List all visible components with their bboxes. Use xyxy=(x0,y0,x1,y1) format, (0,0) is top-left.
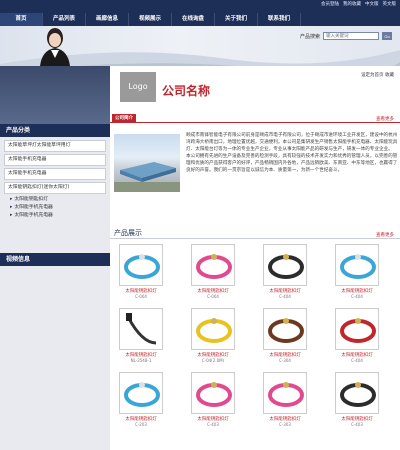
product-code: C-303 xyxy=(279,422,291,427)
category-item[interactable]: 太阳能手机充电器 xyxy=(4,154,106,166)
product-card[interactable]: 太阳能钥匙扣灯 C-403 xyxy=(186,372,240,427)
product-image xyxy=(119,308,163,350)
chinese-version-link[interactable]: 中文版 xyxy=(365,1,379,7)
nav-products[interactable]: 产品列表 xyxy=(43,13,86,26)
product-image xyxy=(263,244,307,286)
product-image xyxy=(335,308,379,350)
hero-banner: 产品搜索 Go xyxy=(0,26,400,66)
product-image xyxy=(191,308,235,350)
search-input[interactable] xyxy=(323,32,379,40)
product-image xyxy=(335,244,379,286)
product-code: C-403 xyxy=(207,422,219,427)
product-image xyxy=(191,372,235,414)
category-item[interactable]: 太阳能钥匙扣灯(迷你太阳灯) xyxy=(4,182,106,194)
factory-illustration xyxy=(114,162,180,192)
search-button[interactable]: Go xyxy=(382,32,392,40)
product-code: NL-2548-1 xyxy=(130,358,152,363)
product-card[interactable]: 太阳能钥匙扣灯 C-004 xyxy=(186,244,240,299)
category-item[interactable]: 太阳能草坪灯太阳能草坪用灯 xyxy=(4,140,106,152)
nav-video[interactable]: 视频展示 xyxy=(129,13,172,26)
product-code: C-004 xyxy=(207,294,219,299)
english-version-link[interactable]: 英文版 xyxy=(383,1,397,7)
intro-title: 公司简介 xyxy=(112,114,136,122)
product-image xyxy=(191,244,235,286)
intro-more-link[interactable]: 查看更多 xyxy=(376,116,394,122)
product-image xyxy=(263,372,307,414)
nav-home[interactable]: 首页 xyxy=(0,13,43,26)
product-code: C-304 xyxy=(279,358,291,363)
category-list: 太阳能草坪灯太阳能草坪用灯 太阳能手机充电器 太阳能手机充电器 太阳能钥匙扣灯(… xyxy=(4,140,106,220)
product-image xyxy=(263,308,307,350)
factory-photo xyxy=(114,134,180,192)
search-label: 产品搜索 xyxy=(299,33,320,40)
nav-contact[interactable]: 联系我们 xyxy=(258,13,301,26)
sidebar-banner xyxy=(0,66,110,124)
product-code: C-404 xyxy=(279,294,291,299)
product-card[interactable]: 太阳能钥匙扣灯 NL-2548-1 xyxy=(114,308,168,363)
subcategory-item[interactable]: 太阳能钥匙扣灯 xyxy=(4,196,106,204)
product-card[interactable]: 太阳能钥匙扣灯 C-404 xyxy=(330,244,384,299)
product-card[interactable]: 太阳能钥匙扣灯 C-203 xyxy=(114,372,168,427)
nav-inquiry[interactable]: 在线询盘 xyxy=(172,13,215,26)
favorites-link[interactable]: 我的收藏 xyxy=(343,1,361,7)
intro-text: 颐成市南锋智能电子有限公司前身是颐成市电子有限公司，位于颐成市进环境工业开发区，… xyxy=(186,133,398,173)
nav-about[interactable]: 关于我们 xyxy=(215,13,258,26)
nav-gallery[interactable]: 画廊信息 xyxy=(86,13,129,26)
favorite-links[interactable]: 设定为首页 收藏 xyxy=(361,72,394,78)
intro-header: 公司简介 xyxy=(110,113,400,123)
member-login-link[interactable]: 会员登陆 xyxy=(321,1,339,7)
product-card[interactable]: 太阳能钥匙扣灯 C-403 xyxy=(330,372,384,427)
top-links: 会员登陆 我的收藏 中文版 英文版 xyxy=(321,1,396,7)
main-nav: 首页 产品列表 画廊信息 视频展示 在线询盘 关于我们 联系我们 xyxy=(0,13,301,26)
video-header: 视频信息 xyxy=(0,253,110,266)
product-code: C-403 xyxy=(351,422,363,427)
customer-service-image xyxy=(40,28,70,66)
search-box: 产品搜索 Go xyxy=(300,32,392,40)
product-code: C-04(2.0M) xyxy=(201,358,225,363)
product-card[interactable]: 太阳能钥匙扣灯 C-004 xyxy=(114,244,168,299)
subcategory-item[interactable]: 太阳能手机充电器 xyxy=(4,212,106,220)
product-code: C-404 xyxy=(351,294,363,299)
product-card[interactable]: 太阳能钥匙扣灯 C-04(2.0M) xyxy=(186,308,240,363)
product-code: C-203 xyxy=(135,422,147,427)
subcategory-item[interactable]: 太阳能手机充电器 xyxy=(4,204,106,212)
product-image xyxy=(335,372,379,414)
products-title: 产品展示 xyxy=(114,229,142,237)
product-code: C-004 xyxy=(135,294,147,299)
product-card[interactable]: 太阳能钥匙扣灯 C-304 xyxy=(258,308,312,363)
category-header: 产品分类 xyxy=(0,124,110,137)
category-item[interactable]: 太阳能手机充电器 xyxy=(4,168,106,180)
product-code: C-404 xyxy=(351,358,363,363)
top-nav: 会员登陆 我的收藏 中文版 英文版 首页 产品列表 画廊信息 视频展示 在线询盘… xyxy=(0,0,400,26)
product-card[interactable]: 太阳能钥匙扣灯 C-303 xyxy=(258,372,312,427)
company-logo: Logo xyxy=(120,72,156,102)
main-content: Logo 公司名称 设定为首页 收藏 公司简介 查看更多 颐成市南锋智能电子有限… xyxy=(110,66,400,450)
product-image xyxy=(119,244,163,286)
product-card[interactable]: 太阳能钥匙扣灯 C-404 xyxy=(330,308,384,363)
products-divider xyxy=(110,238,400,239)
product-image xyxy=(119,372,163,414)
company-name: 公司名称 xyxy=(162,84,211,98)
product-card[interactable]: 太阳能钥匙扣灯 C-404 xyxy=(258,244,312,299)
